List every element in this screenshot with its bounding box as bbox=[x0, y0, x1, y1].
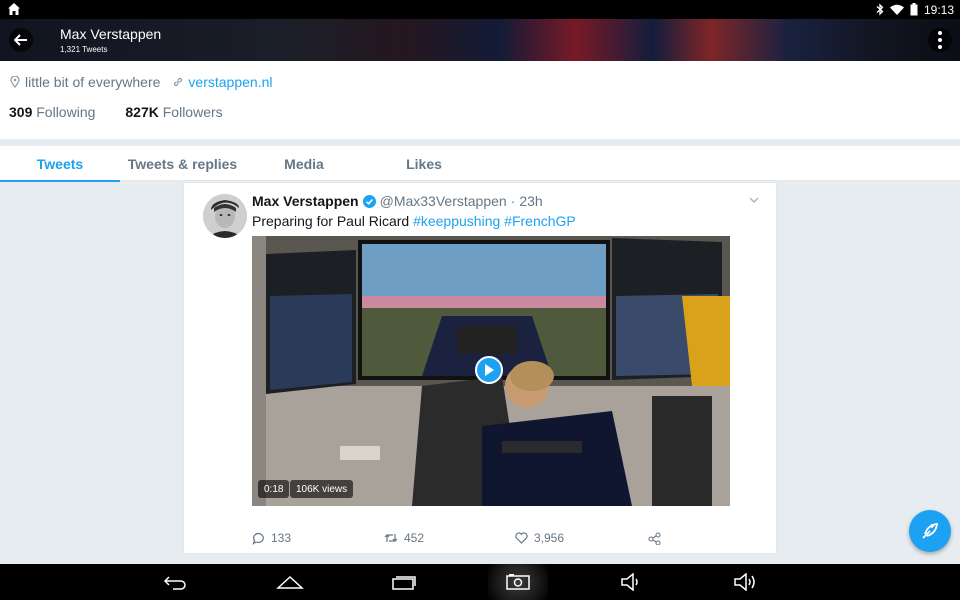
chevron-down-icon[interactable] bbox=[749, 196, 759, 204]
tweet-text-body: Preparing for Paul Ricard bbox=[252, 213, 414, 229]
clock: 19:13 bbox=[923, 2, 954, 17]
retweet-button[interactable]: 452 bbox=[384, 531, 515, 545]
tweet-card[interactable]: Max Verstappen @Max33Verstappen · 23h Pr… bbox=[183, 182, 777, 554]
tab-tweets-and-replies[interactable]: Tweets & replies bbox=[120, 146, 245, 181]
tweet-count: 1,321 Tweets bbox=[60, 45, 108, 54]
tweet-header: Max Verstappen @Max33Verstappen · 23h bbox=[252, 193, 543, 209]
profile-website-link[interactable]: verstappen.nl bbox=[188, 74, 272, 90]
location-pin-icon bbox=[10, 76, 20, 88]
profile-info: little bit of everywhere verstappen.nl 3… bbox=[0, 61, 960, 139]
following-label: Following bbox=[36, 104, 96, 120]
like-count: 3,956 bbox=[534, 531, 565, 545]
tweet-timestamp[interactable]: 23h bbox=[519, 193, 542, 209]
following-stat[interactable]: 309 Following bbox=[9, 104, 95, 120]
followers-stat[interactable]: 827K Followers bbox=[125, 104, 222, 120]
follow-counts: 309 Following 827K Followers bbox=[9, 104, 223, 120]
more-dot-icon bbox=[938, 38, 942, 42]
play-button[interactable] bbox=[475, 356, 503, 384]
following-count: 309 bbox=[9, 104, 33, 120]
tweet-author-name[interactable]: Max Verstappen bbox=[252, 193, 359, 209]
share-icon bbox=[648, 531, 661, 545]
volume-down-icon bbox=[621, 573, 638, 591]
tweet-text: Preparing for Paul Ricard #keeppushing #… bbox=[252, 213, 576, 229]
profile-name: Max Verstappen bbox=[60, 26, 162, 42]
tab-media[interactable]: Media bbox=[245, 146, 363, 181]
more-dot-icon bbox=[938, 31, 942, 35]
bluetooth-icon bbox=[876, 3, 884, 16]
navigation-bar bbox=[0, 564, 960, 600]
nav-home-button[interactable] bbox=[260, 564, 320, 600]
back-arrow-icon bbox=[163, 576, 186, 590]
hashtag-link[interactable]: #keeppushing bbox=[413, 213, 500, 229]
nav-screenshot-button[interactable] bbox=[488, 564, 548, 600]
tweet-separator: · bbox=[510, 193, 516, 209]
status-bar: 19:13 bbox=[0, 0, 960, 19]
arrow-left-icon bbox=[14, 34, 27, 46]
nav-back-button[interactable] bbox=[146, 564, 206, 600]
camera-icon bbox=[506, 574, 530, 590]
wifi-icon bbox=[889, 4, 904, 15]
more-dot-icon bbox=[938, 45, 942, 49]
tweet-author-handle[interactable]: @Max33Verstappen bbox=[380, 193, 507, 209]
tab-tweets[interactable]: Tweets bbox=[0, 146, 120, 182]
profile-meta: little bit of everywhere verstappen.nl bbox=[10, 74, 272, 90]
hashtag-link[interactable]: #FrenchGP bbox=[504, 213, 576, 229]
volume-up-icon bbox=[734, 573, 755, 591]
back-button[interactable] bbox=[9, 28, 33, 52]
tab-likes[interactable]: Likes bbox=[363, 146, 485, 181]
followers-count: 827K bbox=[125, 104, 159, 120]
share-button[interactable] bbox=[648, 531, 661, 545]
tweet-video[interactable]: 0:18 106K views bbox=[252, 236, 730, 506]
avatar[interactable] bbox=[203, 194, 247, 238]
compose-tweet-button[interactable] bbox=[909, 510, 951, 552]
tweet-actions: 133 452 3,956 bbox=[252, 531, 661, 545]
like-button[interactable]: 3,956 bbox=[515, 531, 648, 545]
reply-count: 133 bbox=[271, 531, 292, 545]
play-icon bbox=[485, 364, 494, 376]
retweet-icon bbox=[384, 534, 398, 542]
recent-apps-icon bbox=[392, 576, 416, 590]
home-icon bbox=[8, 3, 20, 15]
heart-icon bbox=[515, 532, 528, 544]
nav-volume-down-button[interactable] bbox=[602, 564, 662, 600]
video-duration: 0:18 bbox=[258, 480, 290, 498]
home-outline-icon bbox=[276, 575, 304, 589]
retweet-count: 452 bbox=[404, 531, 425, 545]
reply-button[interactable]: 133 bbox=[252, 531, 384, 545]
profile-location: little bit of everywhere bbox=[25, 74, 161, 90]
reply-icon bbox=[252, 532, 264, 545]
nav-recents-button[interactable] bbox=[374, 564, 434, 600]
more-options-button[interactable] bbox=[928, 28, 952, 52]
battery-icon bbox=[910, 3, 918, 16]
nav-volume-up-button[interactable] bbox=[716, 564, 776, 600]
followers-label: Followers bbox=[162, 104, 223, 120]
profile-tabs: Tweets Tweets & replies Media Likes bbox=[0, 146, 960, 182]
compose-feather-icon bbox=[922, 522, 939, 539]
verified-badge-icon bbox=[362, 194, 376, 208]
profile-header: Max Verstappen 1,321 Tweets bbox=[0, 19, 960, 61]
video-views: 106K views bbox=[290, 480, 354, 498]
link-icon bbox=[174, 77, 183, 87]
